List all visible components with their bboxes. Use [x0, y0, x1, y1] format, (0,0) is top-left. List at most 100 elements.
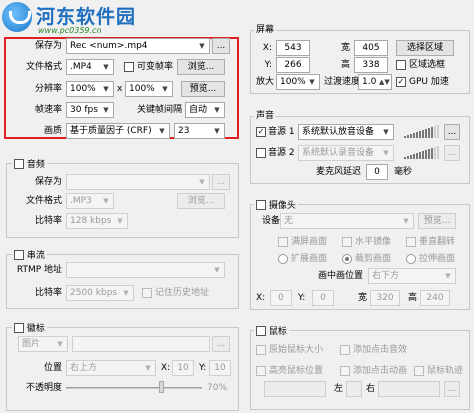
chevron-down-icon: ▼ [103, 85, 109, 93]
source2-settings-button[interactable]: ... [444, 145, 460, 161]
chevron-down-icon: ▼ [214, 127, 220, 135]
watermark-type-select[interactable]: 图片 ▼ [18, 336, 68, 352]
vflip-checkbox[interactable] [406, 237, 416, 247]
fullscreen-checkbox[interactable] [278, 237, 288, 247]
click-anim-checkbox[interactable] [340, 366, 350, 376]
camera-y-label: Y: [298, 293, 306, 303]
video-browse-button[interactable]: 浏览... [177, 59, 225, 75]
stream-enable-checkbox[interactable] [14, 249, 24, 260]
source2-label: 音源 2 [268, 148, 295, 158]
camera-height-input[interactable]: 240 [420, 290, 450, 306]
watermark-y-input[interactable]: 10 [209, 360, 231, 376]
watermark-position-select[interactable]: 右上方 ▼ [66, 360, 156, 376]
gpu-accel-checkbox[interactable]: ✓ [396, 77, 406, 87]
audio-save-as-browse-button[interactable]: ... [212, 174, 230, 190]
cursor-settings-button[interactable]: ... [444, 381, 460, 397]
source1-volume-meter[interactable] [404, 124, 439, 138]
screen-x-input[interactable]: 543 [276, 40, 310, 56]
file-format-label: 文件格式 [25, 62, 62, 72]
zoom-value: 100% [280, 77, 306, 87]
resolution-width-select[interactable]: 100% ▼ [66, 81, 114, 97]
quality-mode-select[interactable]: 基于质量因子 (CRF) ▼ [66, 123, 170, 139]
crop-radio[interactable] [342, 254, 352, 264]
original-size-checkbox[interactable] [256, 345, 266, 355]
region-border-checkbox[interactable] [396, 60, 406, 70]
pip-position-select[interactable]: 右下方 ▼ [368, 268, 456, 284]
rtmp-label: RTMP 地址 [16, 265, 62, 275]
chevron-down-icon: ▼ [403, 217, 409, 225]
cursor-enable-checkbox[interactable] [256, 325, 266, 336]
camera-enable-checkbox[interactable] [256, 199, 266, 210]
transition-speed-spinner[interactable]: 1.0 ▲▼ [358, 74, 392, 90]
volume-bar [404, 136, 406, 138]
chevron-down-icon: ▼ [123, 289, 129, 297]
stream-title-label: 串流 [26, 251, 45, 261]
opacity-slider-thumb[interactable] [159, 381, 165, 393]
stream-bitrate-select[interactable]: 2500 kbps ▼ [66, 285, 134, 301]
remember-history-checkbox[interactable] [142, 288, 152, 298]
quality-label: 画质 [43, 126, 62, 136]
save-as-browse-button[interactable]: ... [212, 38, 230, 54]
cursor-color-swatch-1[interactable] [264, 381, 326, 397]
keyframe-select[interactable]: 自动 ▼ [185, 102, 225, 118]
source1-checkbox[interactable]: ✓ [256, 127, 266, 137]
highlight-checkbox[interactable] [256, 366, 266, 376]
variable-framerate-checkbox[interactable] [124, 62, 134, 72]
audio-enable-checkbox[interactable] [14, 158, 24, 169]
audio-save-as-label: 保存为 [34, 177, 62, 187]
screen-width-input[interactable]: 405 [354, 40, 388, 56]
stretch-radio[interactable] [406, 254, 416, 264]
file-format-select[interactable]: .MP4 ▼ [66, 59, 114, 75]
camera-width-input[interactable]: 320 [370, 290, 400, 306]
cursor-color-swatch-3[interactable] [378, 381, 440, 397]
audio-browse-button[interactable]: 浏览... [177, 193, 225, 209]
watermark-position-label: 位置 [43, 363, 62, 373]
camera-x-input[interactable]: 0 [270, 290, 292, 306]
volume-bar [416, 153, 418, 159]
quality-value-select[interactable]: 23 ▼ [174, 123, 225, 139]
trail-checkbox[interactable] [414, 366, 424, 376]
source1-device-select[interactable]: 系统默认放音设备 ▼ [298, 124, 394, 140]
cursor-color-swatch-2[interactable] [346, 381, 362, 397]
screen-title: 屏幕 [254, 24, 277, 36]
source2-checkbox[interactable] [256, 148, 266, 158]
camera-y-input[interactable]: 0 [312, 290, 334, 306]
volume-bar [416, 132, 418, 138]
audio-file-format-select[interactable]: .MP3 ▼ [66, 193, 114, 209]
screen-height-input[interactable]: 338 [354, 57, 388, 73]
source1-device-value: 系统默认放音设备 [302, 127, 375, 137]
source2-volume-meter[interactable] [404, 145, 439, 159]
volume-bar [437, 146, 439, 159]
hmirror-checkbox[interactable] [342, 237, 352, 247]
expand-radio[interactable] [278, 254, 288, 264]
audio-save-as-combo[interactable]: ▼ [66, 174, 210, 190]
watermark-x-input[interactable]: 10 [172, 360, 194, 376]
resolution-preview-button[interactable]: 预览... [181, 81, 225, 97]
watermark-enable-checkbox[interactable] [14, 322, 24, 333]
watermark-path-input[interactable] [72, 336, 210, 352]
opacity-slider-track[interactable] [66, 387, 202, 389]
audio-bitrate-select[interactable]: 128 kbps ▼ [66, 213, 128, 229]
save-as-combo[interactable]: Rec <num>.mp4 ▼ [66, 38, 210, 54]
trail-label: 鼠标轨迹 [427, 366, 464, 376]
select-region-button[interactable]: 选择区域 [396, 40, 454, 56]
watermark-browse-button[interactable]: ... [212, 336, 230, 352]
chevron-down-icon: ▼ [199, 178, 205, 186]
camera-device-select[interactable]: 无 ▼ [280, 213, 414, 229]
source1-settings-button[interactable]: ... [444, 124, 460, 140]
click-sound-checkbox[interactable] [340, 345, 350, 355]
chevron-down-icon: ▼ [159, 127, 165, 135]
zoom-select[interactable]: 100% ▼ [276, 74, 320, 90]
rtmp-address-combo[interactable]: ▼ [66, 262, 225, 278]
chevron-down-icon: ▼ [309, 78, 315, 86]
framerate-select[interactable]: 30 fps ▼ [66, 102, 114, 118]
resolution-height-select[interactable]: 100% ▼ [125, 81, 173, 97]
screen-y-input[interactable]: 266 [276, 57, 310, 73]
mic-delay-input[interactable]: 0 [366, 164, 388, 180]
watermark-title: 徽标 [12, 321, 47, 334]
camera-preview-button[interactable]: 预览... [418, 213, 456, 229]
watermark-url: www.pc0359.cn [38, 26, 102, 35]
volume-bar [410, 155, 412, 159]
chevron-down-icon: ▼ [214, 106, 220, 114]
source2-device-select[interactable]: 系统默认录音设备 ▼ [298, 145, 394, 161]
